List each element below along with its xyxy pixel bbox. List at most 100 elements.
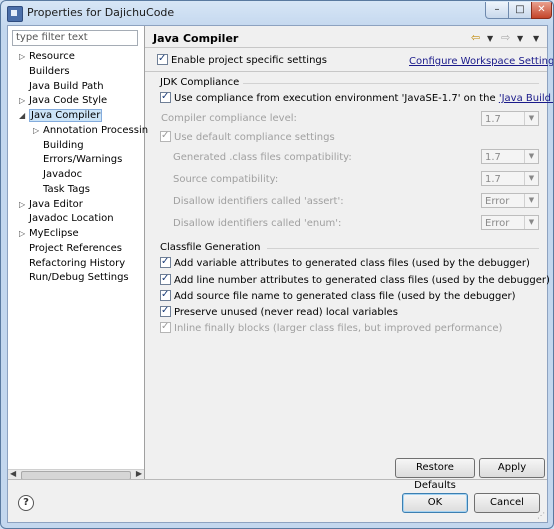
cancel-button[interactable]: Cancel [474,493,540,513]
checkbox-icon [157,52,168,66]
chevron-down-icon: ▼ [524,150,538,163]
tree-item-building[interactable]: Building [33,139,84,153]
source-file-name-checkbox[interactable]: Add source file name to generated class … [160,288,516,304]
preserve-unused-checkbox[interactable]: Preserve unused (never read) local varia… [160,304,398,320]
minimize-button[interactable]: – [485,2,509,19]
tree-item-javadoc[interactable]: Javadoc [33,168,82,182]
chevron-down-icon: ▼ [524,194,538,207]
tree-item-java-editor[interactable]: ▷ Java Editor [19,198,83,212]
section-separator [145,71,547,72]
classfile-group-rule [267,248,539,249]
scroll-left-icon[interactable]: ◀ [10,469,16,478]
tree-item-label: Java Compiler [29,109,103,122]
button-bar-separator [8,479,547,480]
enum-select[interactable]: Error ▼ [481,215,539,230]
view-menu-icon[interactable]: ▼ [533,34,539,43]
window-title: Properties for DajichuCode [27,6,175,19]
inline-finally-label: Inline finally blocks (larger class file… [174,323,503,334]
tree-item-project-references[interactable]: Project References [19,242,122,256]
compliance-level-label: Compiler compliance level: [161,113,297,124]
tree-item-label: Building [43,139,84,151]
dialog-client-area: type filter text ▷ Resource Builders Java B… [7,25,553,523]
expanded-arrow-icon[interactable]: ◢ [19,109,29,123]
tree-item-label: Resource [29,51,75,62]
filter-input[interactable]: type filter text [12,30,138,46]
restore-defaults-button[interactable]: Restore Defaults [395,458,475,491]
tree-item-label: Java Code Style [29,95,108,107]
compliance-level-value: 1.7 [485,114,501,125]
tree-item-javadoc-location[interactable]: Javadoc Location [19,212,114,226]
apply-button[interactable]: Apply [479,458,545,478]
configure-workspace-link[interactable]: Configure Workspace Settings... [409,56,553,67]
tree-item-label: Task Tags [43,183,90,195]
checkbox-icon [160,255,171,269]
tree-item-run-debug-settings[interactable]: Run/Debug Settings [19,271,129,285]
page-title: Java Compiler [153,32,239,45]
use-default-label: Use default compliance settings [174,132,335,143]
tree-item-errors-warnings[interactable]: Errors/Warnings [33,153,122,167]
forward-menu-chevron-icon[interactable]: ▼ [517,34,523,43]
use-compliance-checkbox[interactable]: Use compliance from execution environmen… [160,90,553,106]
tree-item-builders[interactable]: Builders [19,65,70,79]
enable-specific-label: Enable project specific settings [171,55,327,66]
jdk-group-rule [243,83,539,84]
jdk-compliance-group-label: JDK Compliance [160,77,240,88]
resize-grip-icon[interactable]: ⋰ [537,511,545,520]
line-number-label: Add line number attributes to generated … [174,275,550,286]
help-icon[interactable]: ? [18,495,34,511]
tree-item-myeclipse[interactable]: ▷ MyEclipse [19,227,79,241]
tree-item-label: Refactoring History [29,257,126,269]
tree-item-java-compiler[interactable]: ◢ Java Compiler [19,109,103,123]
preference-tree-panel: type filter text ▷ Resource Builders Java B… [8,26,148,480]
tree-item-resource[interactable]: ▷ Resource [19,50,75,64]
maximize-button[interactable]: □ [508,2,532,19]
assert-label: Disallow identifiers called 'assert': [173,196,344,207]
collapsed-arrow-icon[interactable]: ▷ [19,227,29,241]
assert-select[interactable]: Error ▼ [481,193,539,208]
tree-item-label: Project References [29,242,122,254]
collapsed-arrow-icon[interactable]: ▷ [33,124,43,138]
collapsed-arrow-icon[interactable]: ▷ [19,198,29,212]
use-default-compliance-checkbox[interactable]: Use default compliance settings [160,129,335,145]
assert-value: Error [485,196,510,207]
tree-item-label: Builders [29,65,70,77]
tree-item-label: Errors/Warnings [43,154,123,166]
source-compat-select[interactable]: 1.7 ▼ [481,171,539,186]
preserve-unused-label: Preserve unused (never read) local varia… [174,307,398,318]
back-arrow-icon[interactable]: ⇦ [471,31,480,44]
chevron-down-icon: ▼ [524,112,538,125]
collapsed-arrow-icon[interactable]: ▷ [19,94,29,108]
tree-item-annotation-processin[interactable]: ▷ Annotation Processin [33,124,148,138]
collapsed-arrow-icon[interactable]: ▷ [19,50,29,64]
close-button[interactable]: ✕ [531,2,552,19]
tree-item-label: Javadoc [43,169,83,180]
enable-specific-checkbox[interactable]: Enable project specific settings [157,52,327,68]
variable-attributes-checkbox[interactable]: Add variable attributes to generated cla… [160,255,530,271]
scroll-right-icon[interactable]: ▶ [136,469,142,478]
chevron-down-icon: ▼ [524,172,538,185]
tree-item-label: Annotation Processin [43,124,149,136]
title-bar: Properties for DajichuCode – □ ✕ [1,1,553,25]
tree-item-label: Java Editor [29,198,83,210]
checkbox-icon [160,304,171,318]
enum-value: Error [485,218,510,229]
tree-item-refactoring-history[interactable]: Refactoring History [19,257,125,271]
java-build-path-link[interactable]: 'Java Build Path' [499,93,553,104]
inline-finally-checkbox[interactable]: Inline finally blocks (larger class file… [160,320,503,336]
ok-button[interactable]: OK [402,493,468,513]
back-menu-chevron-icon[interactable]: ▼ [487,34,493,43]
header-separator [145,47,547,48]
source-compat-label: Source compatibility: [173,174,279,185]
compliance-level-select[interactable]: 1.7 ▼ [481,111,539,126]
tree-item-task-tags[interactable]: Task Tags [33,183,90,197]
tree-item-java-code-style[interactable]: ▷ Java Code Style [19,94,107,108]
classfile-group-label: Classfile Generation [160,242,261,253]
checkbox-icon [160,129,171,143]
app-icon [7,6,23,22]
tree-item-java-build-path[interactable]: Java Build Path [19,80,104,94]
forward-arrow-icon[interactable]: ⇨ [501,31,510,44]
line-number-checkbox[interactable]: Add line number attributes to generated … [160,272,550,288]
generated-compat-label: Generated .class files compatibility: [173,152,352,163]
generated-compat-select[interactable]: 1.7 ▼ [481,149,539,164]
enum-label: Disallow identifiers called 'enum': [173,218,342,229]
